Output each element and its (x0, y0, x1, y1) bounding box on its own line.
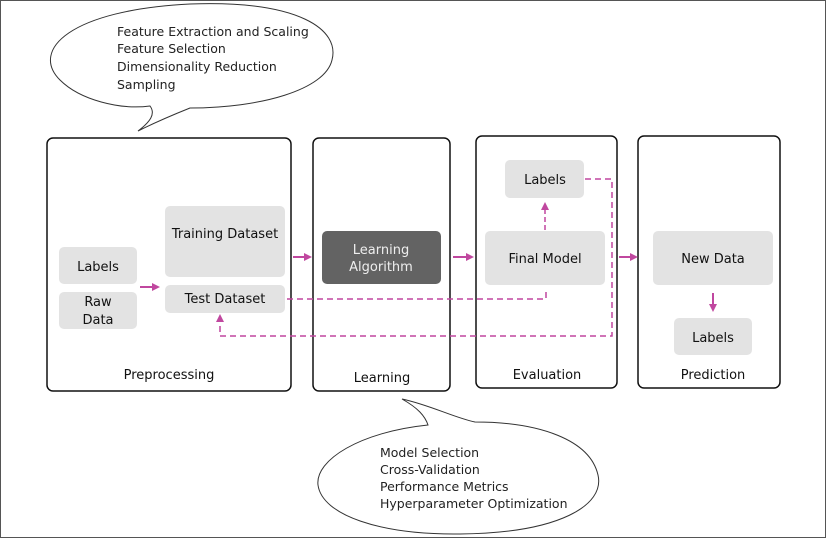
speech-bubble-preprocessing: Feature Extraction and Scaling Feature S… (49, 3, 334, 132)
eval-labels-text: Labels (524, 173, 566, 188)
labels-text: Labels (77, 260, 119, 275)
bubble-line: Hyperparameter Optimization (380, 496, 568, 511)
prediction-labels-text: Labels (692, 331, 734, 346)
stage-title: Prediction (681, 368, 746, 383)
stage-title: Learning (354, 371, 410, 386)
stage-title: Evaluation (513, 368, 582, 383)
bubble-line: Feature Selection (117, 41, 226, 56)
arrowhead-icon (216, 314, 224, 322)
final-model-text: Final Model (508, 252, 581, 267)
speech-bubble-evaluation: Model Selection Cross-Validation Perform… (317, 398, 600, 535)
new-data-text: New Data (681, 252, 745, 267)
stage-title: Preprocessing (124, 368, 215, 383)
dashed-test-to-model (287, 288, 547, 300)
raw-data-text: Raw (84, 295, 112, 310)
bubble-line: Performance Metrics (380, 479, 509, 494)
bubble-line: Cross-Validation (380, 462, 480, 477)
ml-workflow-diagram: Feature Extraction and Scaling Feature S… (0, 0, 826, 538)
diagram-canvas: Feature Extraction and Scaling Feature S… (0, 0, 826, 538)
learning-algorithm-text: Learning (353, 243, 409, 258)
raw-data-text: Data (82, 313, 113, 328)
bubble-line: Dimensionality Reduction (117, 59, 277, 74)
bubble-line: Model Selection (380, 445, 479, 460)
training-dataset-text: Training Dataset (171, 227, 278, 242)
bubble-line: Sampling (117, 77, 176, 92)
test-dataset-text: Test Dataset (184, 292, 266, 307)
learning-algorithm-text: Algorithm (349, 260, 413, 275)
bubble-line: Feature Extraction and Scaling (117, 24, 309, 39)
